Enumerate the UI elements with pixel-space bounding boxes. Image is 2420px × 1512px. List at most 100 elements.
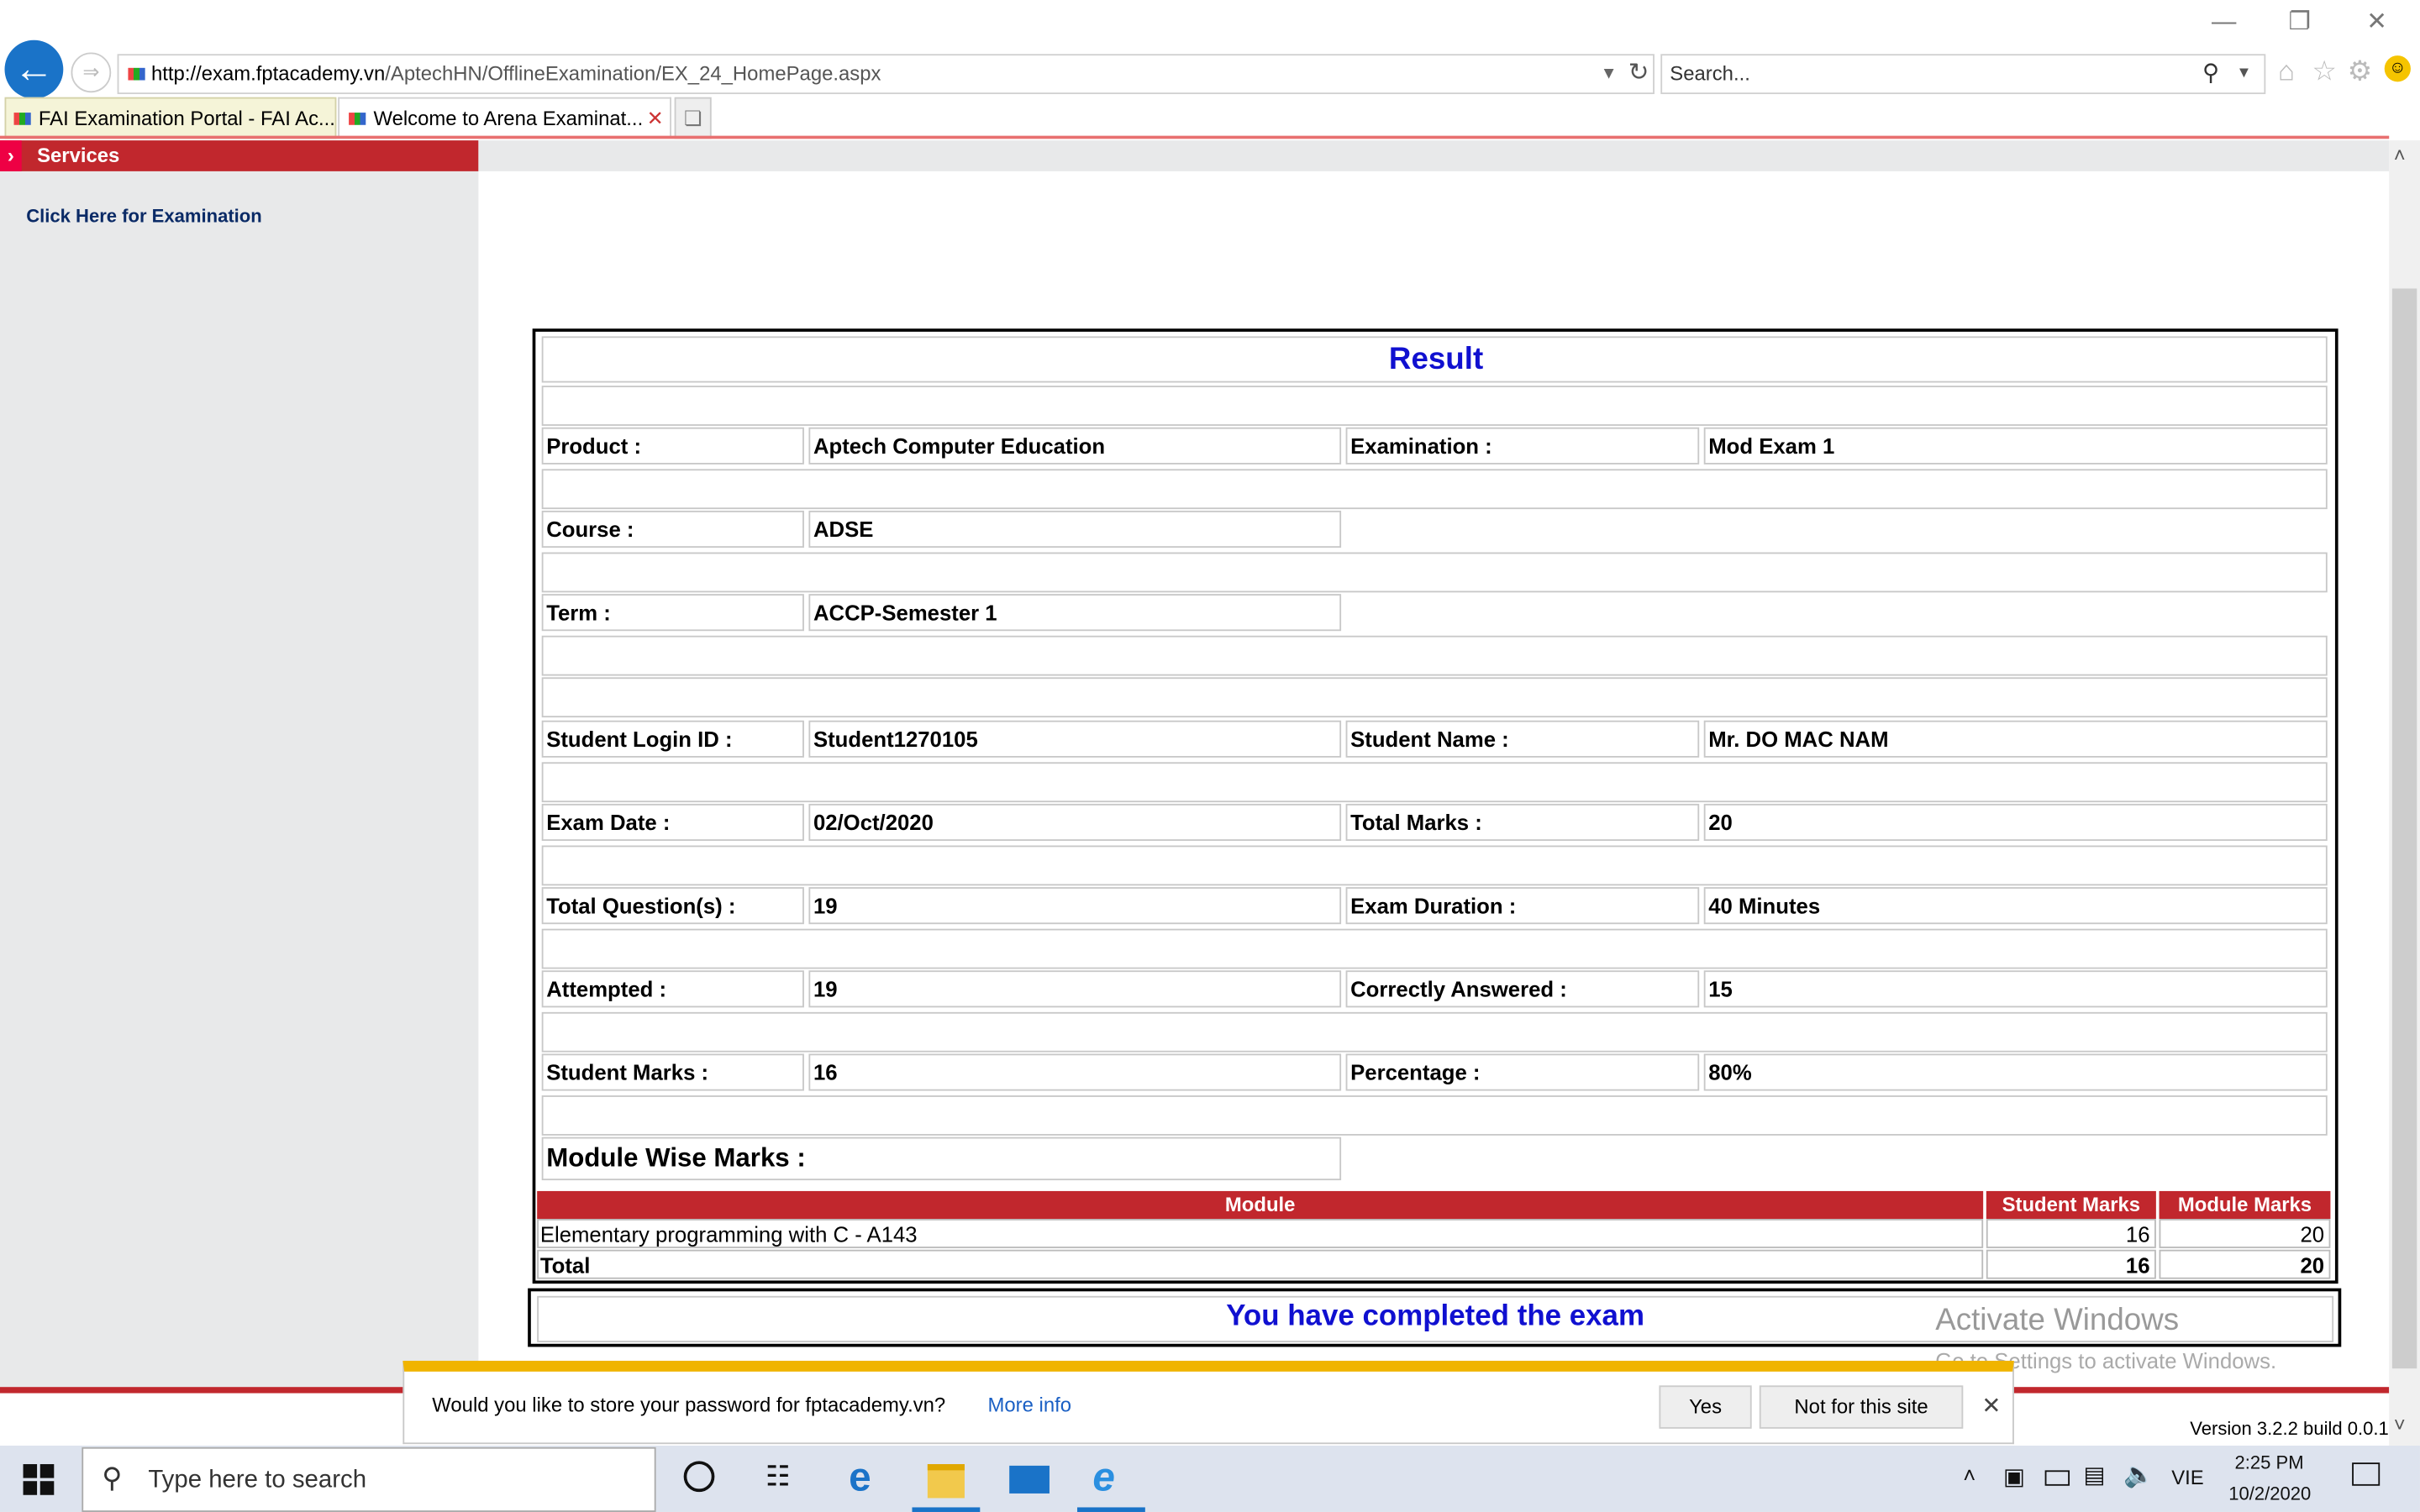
module-table-total: Total	[537, 1249, 1984, 1279]
password-notification: Would you like to store your password fo…	[402, 1360, 2014, 1445]
module-table-cell: Elementary programming with C - A143	[537, 1218, 1984, 1248]
field-label: Total Question(s) :	[541, 887, 804, 925]
task-view-icon[interactable]: ☷	[765, 1461, 791, 1494]
gear-icon[interactable]: ⚙	[2348, 55, 2373, 88]
scroll-up-icon[interactable]: ˄	[2394, 144, 2406, 167]
tab-fai-portal[interactable]: FAI Examination Portal - FAI Ac...	[4, 97, 337, 139]
internet-explorer-icon[interactable]: e	[1092, 1453, 1115, 1501]
field-value: Aptech Computer Education	[808, 427, 1342, 465]
chevron-down-icon[interactable]: ▼	[2236, 55, 2251, 92]
module-table-cell: 16	[1986, 1218, 2156, 1248]
clock-date[interactable]: 10/2/2020	[2228, 1483, 2311, 1504]
tab-label: Welcome to Arena Examinat...	[373, 106, 644, 130]
field-label: Examination :	[1345, 427, 1700, 465]
module-table-cell: 20	[2159, 1218, 2331, 1248]
field-value: 15	[1703, 970, 2328, 1008]
notification-message: Would you like to store your password fo…	[432, 1393, 946, 1417]
tab-arena-exam[interactable]: Welcome to Arena Examinat... ✕	[338, 97, 671, 138]
field-value: Mod Exam 1	[1703, 427, 2328, 465]
spacer-row	[541, 677, 2328, 718]
dropdown-icon[interactable]: ▼	[1601, 55, 1618, 92]
smiley-icon[interactable]: ☺	[2384, 55, 2411, 82]
field-value: 40 Minutes	[1703, 887, 2328, 925]
field-value: 19	[808, 887, 1342, 925]
language-indicator[interactable]: VIE	[2171, 1466, 2204, 1489]
forward-button[interactable]: ⇒	[71, 52, 112, 93]
security-icon[interactable]: ▣	[2003, 1462, 2025, 1490]
field-label: Course :	[541, 510, 804, 549]
site-favicon-icon	[128, 67, 145, 81]
close-icon[interactable]: ✕	[1981, 1392, 2001, 1420]
module-table-header: Module	[537, 1190, 1984, 1219]
scroll-down-icon[interactable]: ˅	[2394, 1413, 2406, 1436]
sidebar	[0, 140, 479, 1388]
spacer-row	[541, 552, 2328, 593]
arrow-right-icon: ⇒	[82, 60, 100, 84]
scrollbar-thumb[interactable]	[2391, 288, 2417, 1369]
mail-icon[interactable]	[1009, 1465, 1050, 1494]
result-title: Result	[541, 336, 2328, 383]
version-text: Version 3.2.2 build 0.0.1	[2190, 1417, 2389, 1440]
field-label: Percentage :	[1345, 1053, 1700, 1091]
field-label: Student Name :	[1345, 720, 1700, 758]
module-table-header: Module Marks	[2159, 1190, 2331, 1219]
examination-link[interactable]: Click Here for Examination	[26, 205, 261, 227]
favorites-star-icon[interactable]: ☆	[2312, 55, 2337, 88]
tab-strip-divider	[0, 135, 2390, 139]
cortana-icon[interactable]	[683, 1461, 715, 1493]
search-box[interactable]: Search... ⚲ ▼	[1660, 54, 2266, 95]
network-icon[interactable]: ▤	[2084, 1461, 2106, 1488]
spacer-row	[541, 762, 2328, 803]
more-info-link[interactable]: More info	[987, 1394, 1071, 1417]
refresh-icon[interactable]: ↻	[1628, 55, 1649, 92]
close-tab-icon[interactable]: ✕	[647, 99, 664, 138]
spacer-row	[541, 845, 2328, 886]
arrow-left-icon: ←	[13, 45, 55, 92]
search-input[interactable]: Search...	[1670, 55, 1750, 92]
address-bar[interactable]: http://exam.fptacademy.vn/AptechHN/Offli…	[117, 54, 1655, 95]
back-button[interactable]: ←	[4, 39, 64, 99]
site-favicon-icon	[349, 113, 366, 125]
clock-time[interactable]: 2:25 PM	[2235, 1452, 2304, 1473]
field-label: Student Marks :	[541, 1053, 804, 1091]
spacer-row	[541, 928, 2328, 969]
search-icon[interactable]: ⚲	[2202, 55, 2219, 92]
notification-center-icon[interactable]	[2352, 1462, 2381, 1486]
new-tab-button[interactable]: ❏	[674, 97, 712, 139]
field-label: Exam Date :	[541, 803, 804, 842]
field-value: Student1270105	[808, 720, 1342, 758]
spacer-row	[541, 469, 2328, 510]
file-explorer-icon[interactable]	[927, 1464, 965, 1499]
volume-icon[interactable]: 🔈	[2123, 1460, 2154, 1491]
sidebar-header-label: Services	[37, 143, 120, 167]
content-header-strip	[478, 140, 2390, 171]
not-for-this-site-button[interactable]: Not for this site	[1759, 1385, 1964, 1429]
url-path: /AptechHN/OfflineExamination/EX_24_HomeP…	[385, 61, 881, 86]
field-value: ADSE	[808, 510, 1342, 549]
yes-button[interactable]: Yes	[1659, 1385, 1752, 1429]
field-label: Attempted :	[541, 970, 804, 1008]
ie-active-indicator	[1077, 1507, 1145, 1512]
minimize-button[interactable]: —	[2188, 3, 2259, 44]
module-table-header: Student Marks	[1986, 1190, 2156, 1219]
restore-button[interactable]: ❐	[2264, 3, 2334, 44]
chevron-up-icon[interactable]: ˄	[1963, 1462, 1975, 1487]
battery-icon[interactable]	[2044, 1470, 2070, 1486]
home-icon[interactable]: ⌂	[2278, 55, 2295, 88]
module-wise-heading: Module Wise Marks :	[541, 1137, 1342, 1181]
windows-start-icon[interactable]	[23, 1464, 55, 1495]
edge-icon[interactable]: e	[849, 1453, 871, 1501]
field-value: 02/Oct/2020	[808, 803, 1342, 842]
taskbar-search-input[interactable]: Type here to search	[148, 1467, 366, 1495]
spacer-row	[541, 1011, 2328, 1053]
field-value: ACCP-Semester 1	[808, 594, 1342, 632]
sidebar-header: › Services	[0, 140, 479, 171]
field-label: Product :	[541, 427, 804, 465]
close-window-button[interactable]: ✕	[2341, 3, 2412, 44]
spacer-row	[541, 635, 2328, 676]
field-label: Student Login ID :	[541, 720, 804, 758]
spacer-row	[541, 386, 2328, 426]
module-table-total: 16	[1986, 1249, 2156, 1279]
taskbar-search[interactable]: ⚲ Type here to search	[82, 1446, 656, 1512]
field-label: Correctly Answered :	[1345, 970, 1700, 1008]
